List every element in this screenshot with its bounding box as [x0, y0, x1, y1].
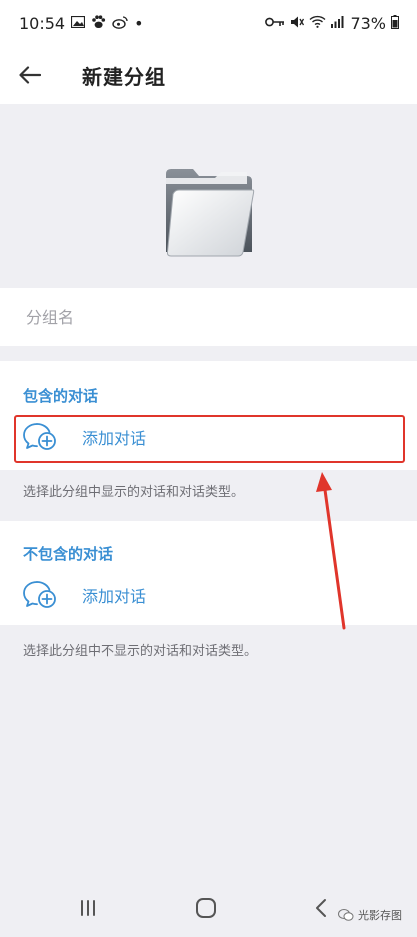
add-included-chat-button[interactable]: 添加对话	[0, 413, 417, 461]
folder-icon	[166, 169, 255, 257]
status-left: 10:54 •	[19, 14, 144, 33]
excluded-chats-title: 不包含的对话	[23, 545, 114, 563]
status-bar: 10:54 • 73%	[0, 0, 417, 46]
chat-add-icon	[23, 423, 56, 450]
recent-apps-icon[interactable]	[78, 898, 98, 918]
add-included-chat-label: 添加对话	[82, 429, 147, 448]
back-button[interactable]	[0, 46, 60, 104]
gallery-icon	[71, 15, 86, 31]
battery-icon	[391, 14, 399, 32]
key-icon	[265, 16, 285, 30]
status-time: 10:54	[19, 13, 66, 33]
battery-percent: 73%	[350, 13, 386, 33]
weibo-icon	[112, 15, 128, 32]
chat-add-icon	[23, 581, 56, 608]
excluded-chats-hint: 选择此分组中不显示的对话和对话类型。	[23, 644, 258, 659]
included-chats-section: 包含的对话 添加对话	[0, 361, 417, 470]
included-chats-title: 包含的对话	[23, 387, 99, 405]
mute-icon	[290, 15, 305, 32]
home-icon[interactable]	[195, 897, 217, 919]
add-excluded-chat-label: 添加对话	[82, 587, 147, 606]
status-dot: •	[134, 13, 144, 33]
paw-icon	[91, 14, 106, 32]
folder-illustration-area	[0, 104, 417, 288]
add-excluded-chat-button[interactable]: 添加对话	[0, 571, 417, 619]
nav-back-icon[interactable]	[314, 898, 328, 918]
folder-name-input[interactable]	[24, 306, 393, 328]
arrow-left-icon	[19, 66, 41, 84]
watermark-text: 光影存图	[358, 909, 402, 922]
status-right: 73%	[265, 14, 399, 33]
excluded-chats-section: 不包含的对话 添加对话	[0, 521, 417, 625]
page-title: 新建分组	[82, 64, 166, 89]
wechat-icon	[338, 909, 354, 921]
watermark: 光影存图	[338, 907, 402, 923]
signal-icon	[331, 15, 345, 31]
app-bar: 新建分组	[0, 46, 417, 104]
wifi-icon	[309, 15, 326, 31]
included-chats-hint: 选择此分组中显示的对话和对话类型。	[23, 485, 245, 500]
folder-name-field	[0, 288, 417, 346]
